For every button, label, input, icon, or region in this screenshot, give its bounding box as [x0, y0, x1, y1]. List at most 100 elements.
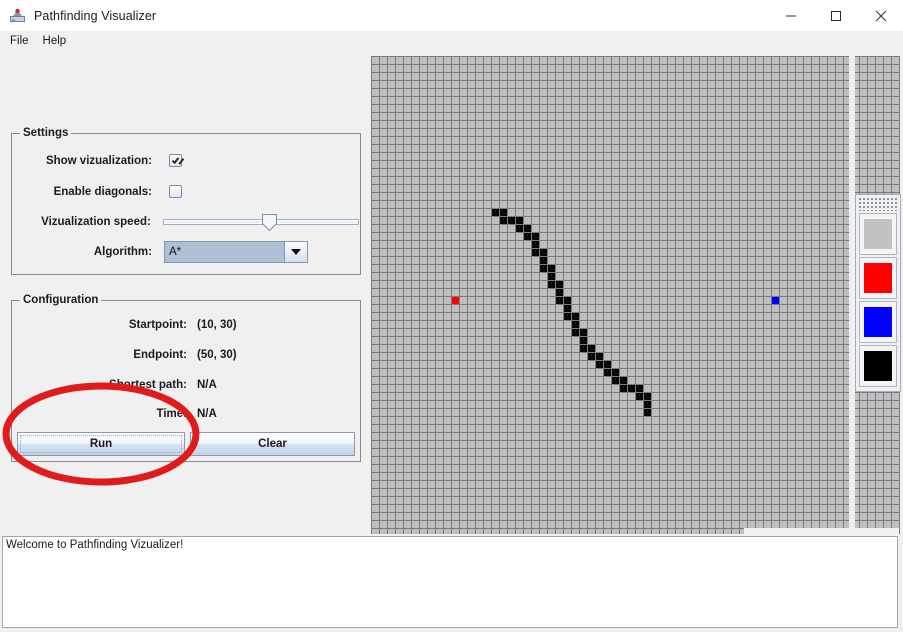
- grid-cell-empty[interactable]: [388, 73, 395, 80]
- grid-cell-empty[interactable]: [820, 233, 827, 240]
- grid-cell-empty[interactable]: [596, 369, 603, 376]
- grid-cell-empty[interactable]: [588, 289, 595, 296]
- grid-cell-empty[interactable]: [388, 89, 395, 96]
- grid-cell-empty[interactable]: [476, 177, 483, 184]
- grid-cell-empty[interactable]: [508, 441, 515, 448]
- grid-cell-empty[interactable]: [756, 177, 763, 184]
- grid-cell-empty[interactable]: [564, 481, 571, 488]
- grid-cell-empty[interactable]: [508, 393, 515, 400]
- grid-cell-empty[interactable]: [812, 297, 819, 304]
- grid-cell-empty[interactable]: [772, 521, 779, 528]
- grid-cell-empty[interactable]: [588, 425, 595, 432]
- grid-cell-empty[interactable]: [684, 489, 691, 496]
- grid-cell-empty[interactable]: [780, 417, 787, 424]
- grid-cell-empty[interactable]: [748, 89, 755, 96]
- grid-cell-empty[interactable]: [380, 81, 387, 88]
- grid-cell-empty[interactable]: [724, 249, 731, 256]
- vizualization-speed-slider[interactable]: [162, 212, 359, 232]
- grid-cell-empty[interactable]: [612, 113, 619, 120]
- grid-cell-empty[interactable]: [780, 257, 787, 264]
- grid-cell-empty[interactable]: [372, 489, 379, 496]
- grid-cell-empty[interactable]: [644, 497, 651, 504]
- grid-cell-empty[interactable]: [556, 233, 563, 240]
- grid-cell-empty[interactable]: [652, 193, 659, 200]
- grid-cell-empty[interactable]: [732, 129, 739, 136]
- grid-cell-empty[interactable]: [452, 97, 459, 104]
- grid-cell-empty[interactable]: [740, 417, 747, 424]
- grid-cell-empty[interactable]: [748, 361, 755, 368]
- grid-cell-empty[interactable]: [732, 369, 739, 376]
- grid-cell-wall[interactable]: [500, 217, 507, 224]
- grid-cell-empty[interactable]: [724, 425, 731, 432]
- end-cell-swatch-button[interactable]: [859, 301, 897, 343]
- grid-cell-empty[interactable]: [660, 313, 667, 320]
- grid-cell-empty[interactable]: [660, 137, 667, 144]
- grid-cell-empty[interactable]: [484, 121, 491, 128]
- grid-cell-empty[interactable]: [532, 169, 539, 176]
- grid-cell-empty[interactable]: [452, 193, 459, 200]
- grid-cell-empty[interactable]: [724, 321, 731, 328]
- grid-cell-empty[interactable]: [692, 529, 699, 534]
- grid-cell-empty[interactable]: [532, 385, 539, 392]
- grid-cell-empty[interactable]: [636, 177, 643, 184]
- grid-cell-empty[interactable]: [500, 121, 507, 128]
- grid-cell-empty[interactable]: [740, 465, 747, 472]
- grid-cell-empty[interactable]: [372, 265, 379, 272]
- grid-cell-empty[interactable]: [868, 417, 875, 424]
- grid-cell-empty[interactable]: [780, 505, 787, 512]
- grid-cell-empty[interactable]: [772, 329, 779, 336]
- grid-cell-empty[interactable]: [492, 353, 499, 360]
- grid-cell-empty[interactable]: [668, 369, 675, 376]
- grid-cell-empty[interactable]: [388, 193, 395, 200]
- grid-cell-empty[interactable]: [828, 297, 835, 304]
- grid-cell-empty[interactable]: [692, 313, 699, 320]
- grid-cell-empty[interactable]: [684, 377, 691, 384]
- grid-cell-empty[interactable]: [468, 433, 475, 440]
- grid-cell-empty[interactable]: [596, 489, 603, 496]
- grid-cell-empty[interactable]: [476, 529, 483, 534]
- grid-cell-empty[interactable]: [748, 505, 755, 512]
- grid-cell-empty[interactable]: [420, 297, 427, 304]
- grid-cell-empty[interactable]: [740, 337, 747, 344]
- grid-cell-empty[interactable]: [468, 481, 475, 488]
- grid-cell-empty[interactable]: [476, 377, 483, 384]
- grid-cell-empty[interactable]: [492, 185, 499, 192]
- grid-cell-empty[interactable]: [508, 385, 515, 392]
- grid-cell-empty[interactable]: [492, 305, 499, 312]
- grid-cell-empty[interactable]: [836, 289, 843, 296]
- grid-cell-empty[interactable]: [676, 121, 683, 128]
- grid-cell-wall[interactable]: [516, 225, 523, 232]
- grid-cell-empty[interactable]: [460, 169, 467, 176]
- grid-cell-empty[interactable]: [780, 377, 787, 384]
- grid-cell-empty[interactable]: [540, 273, 547, 280]
- grid-cell-empty[interactable]: [548, 417, 555, 424]
- grid-cell-empty[interactable]: [612, 521, 619, 528]
- grid-cell-empty[interactable]: [828, 81, 835, 88]
- grid-cell-empty[interactable]: [380, 417, 387, 424]
- grid-cell-empty[interactable]: [876, 73, 883, 80]
- grid-cell-empty[interactable]: [804, 193, 811, 200]
- grid-cell-empty[interactable]: [628, 169, 635, 176]
- grid-cell-empty[interactable]: [508, 521, 515, 528]
- grid-cell-empty[interactable]: [636, 289, 643, 296]
- grid-cell-empty[interactable]: [460, 81, 467, 88]
- grid-cell-empty[interactable]: [668, 473, 675, 480]
- grid-cell-empty[interactable]: [788, 169, 795, 176]
- grid-cell-empty[interactable]: [828, 377, 835, 384]
- grid-cell-empty[interactable]: [612, 313, 619, 320]
- grid-cell-empty[interactable]: [564, 513, 571, 520]
- grid-cell-empty[interactable]: [836, 209, 843, 216]
- grid-cell-empty[interactable]: [772, 465, 779, 472]
- grid-cell-empty[interactable]: [660, 289, 667, 296]
- grid-cell-empty[interactable]: [700, 281, 707, 288]
- grid-cell-empty[interactable]: [460, 489, 467, 496]
- grid-cell-empty[interactable]: [828, 265, 835, 272]
- grid-cell-empty[interactable]: [692, 57, 699, 64]
- grid-cell-empty[interactable]: [724, 337, 731, 344]
- grid-cell-empty[interactable]: [740, 457, 747, 464]
- grid-cell-empty[interactable]: [868, 73, 875, 80]
- grid-cell-empty[interactable]: [444, 305, 451, 312]
- grid-cell-empty[interactable]: [468, 73, 475, 80]
- grid-cell-empty[interactable]: [556, 513, 563, 520]
- grid-cell-empty[interactable]: [692, 153, 699, 160]
